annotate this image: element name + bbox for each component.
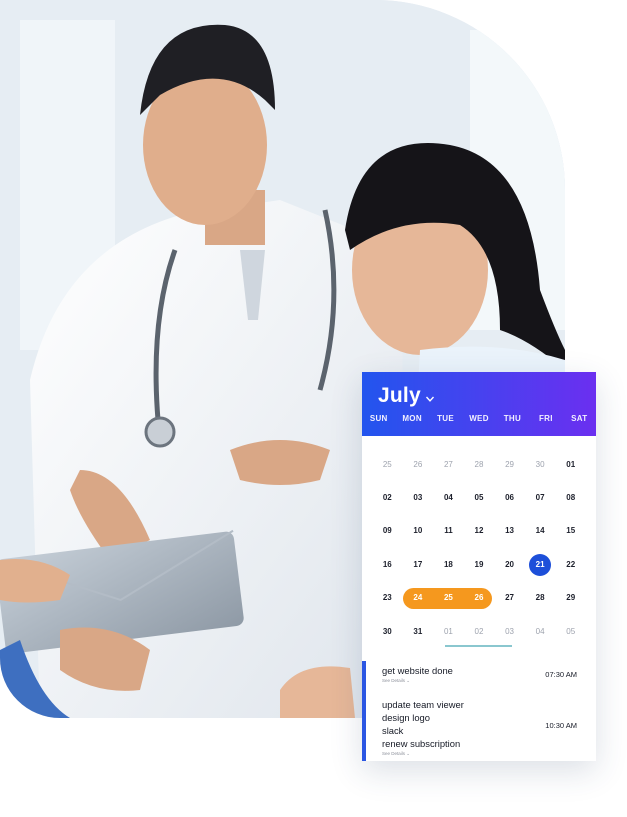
week-row: 25 26 27 28 29 30 01 [372,448,586,481]
weekday-label: MON [402,414,422,423]
weekday-label: THU [503,414,522,423]
day-cell[interactable]: 15 [555,520,586,542]
day-cell[interactable]: 07 [525,487,556,509]
day-cell[interactable]: 13 [494,520,525,542]
week-row: 09 10 11 12 13 14 15 [372,515,586,548]
day-cell[interactable]: 31 [403,621,434,643]
day-cell[interactable]: 22 [555,554,586,576]
day-cell[interactable]: 02 [372,487,403,509]
day-cell[interactable]: 01 [555,454,586,476]
weekday-label: FRI [538,414,553,423]
day-cell[interactable]: 09 [372,520,403,542]
day-cell-in-range[interactable]: 24 [403,587,434,609]
weekday-header: SUN MON TUE WED THU FRI SAT [362,414,596,423]
day-cell-selected[interactable]: 21 [525,553,556,576]
day-cell[interactable]: 17 [403,554,434,576]
day-cell[interactable]: 25 [372,454,403,476]
day-cell[interactable]: 01 [433,621,464,643]
day-cell[interactable]: 28 [525,587,556,609]
week-row: 30 31 01 02 03 04 05 [372,615,586,648]
calendar-day-grid: 25 26 27 28 29 30 01 02 03 04 05 06 07 0… [372,448,586,648]
day-cell[interactable]: 26 [403,454,434,476]
chevron-down-icon [425,396,434,402]
day-cell[interactable]: 29 [555,587,586,609]
day-cell[interactable]: 23 [372,587,403,609]
day-cell[interactable]: 10 [403,520,434,542]
calendar-widget: July SUN MON TUE WED THU FRI SAT 25 26 2… [362,372,596,761]
day-cell[interactable]: 04 [433,487,464,509]
day-cell[interactable]: 06 [494,487,525,509]
day-cell[interactable]: 05 [464,487,495,509]
event-list: get website done See Details ⌄ 07:30 AM … [362,661,596,761]
weekday-label: SAT [571,414,588,423]
day-cell[interactable]: 30 [525,454,556,476]
event-item[interactable]: get website done See Details ⌄ 07:30 AM [362,661,596,693]
event-title: update team viewer [382,699,464,710]
day-cell-in-range[interactable]: 26 [464,587,495,609]
day-cell[interactable]: 18 [433,554,464,576]
day-cell[interactable]: 20 [494,554,525,576]
day-cell[interactable]: 19 [464,554,495,576]
day-cell[interactable]: 02 [464,621,495,643]
event-time: 07:30 AM [545,670,577,679]
day-cell[interactable]: 30 [372,621,403,643]
day-cell[interactable]: 04 [525,621,556,643]
week-row: 02 03 04 05 06 07 08 [372,481,586,514]
week-row: 23 24 25 26 27 28 29 [372,582,586,615]
day-cell[interactable]: 08 [555,487,586,509]
weekday-label: WED [469,414,489,423]
weekday-label: TUE [437,414,455,423]
month-dropdown[interactable]: July [378,384,435,408]
week-row: 16 17 18 19 20 21 22 [372,548,586,581]
day-cell[interactable]: 28 [464,454,495,476]
day-cell[interactable]: 14 [525,520,556,542]
day-cell[interactable]: 27 [494,587,525,609]
see-details-link[interactable]: See Details ⌄ [382,751,596,757]
selected-day-label: 21 [529,553,552,576]
weekday-label: SUN [369,414,388,423]
day-cell[interactable]: 05 [555,621,586,643]
day-cell[interactable]: 29 [494,454,525,476]
day-cell[interactable]: 12 [464,520,495,542]
calendar-header: July SUN MON TUE WED THU FRI SAT [362,372,596,436]
day-cell[interactable]: 16 [372,554,403,576]
calendar-divider [445,645,512,647]
month-label: July [378,384,421,407]
event-title: renew subscription [382,738,461,749]
day-cell-in-range[interactable]: 25 [433,587,464,609]
day-cell[interactable]: 03 [494,621,525,643]
day-cell[interactable]: 11 [433,520,464,542]
day-cell[interactable]: 27 [433,454,464,476]
day-cell[interactable]: 03 [403,487,434,509]
event-time: 10:30 AM [545,721,577,730]
event-item[interactable]: update team viewer design logo slack ren… [362,693,596,761]
